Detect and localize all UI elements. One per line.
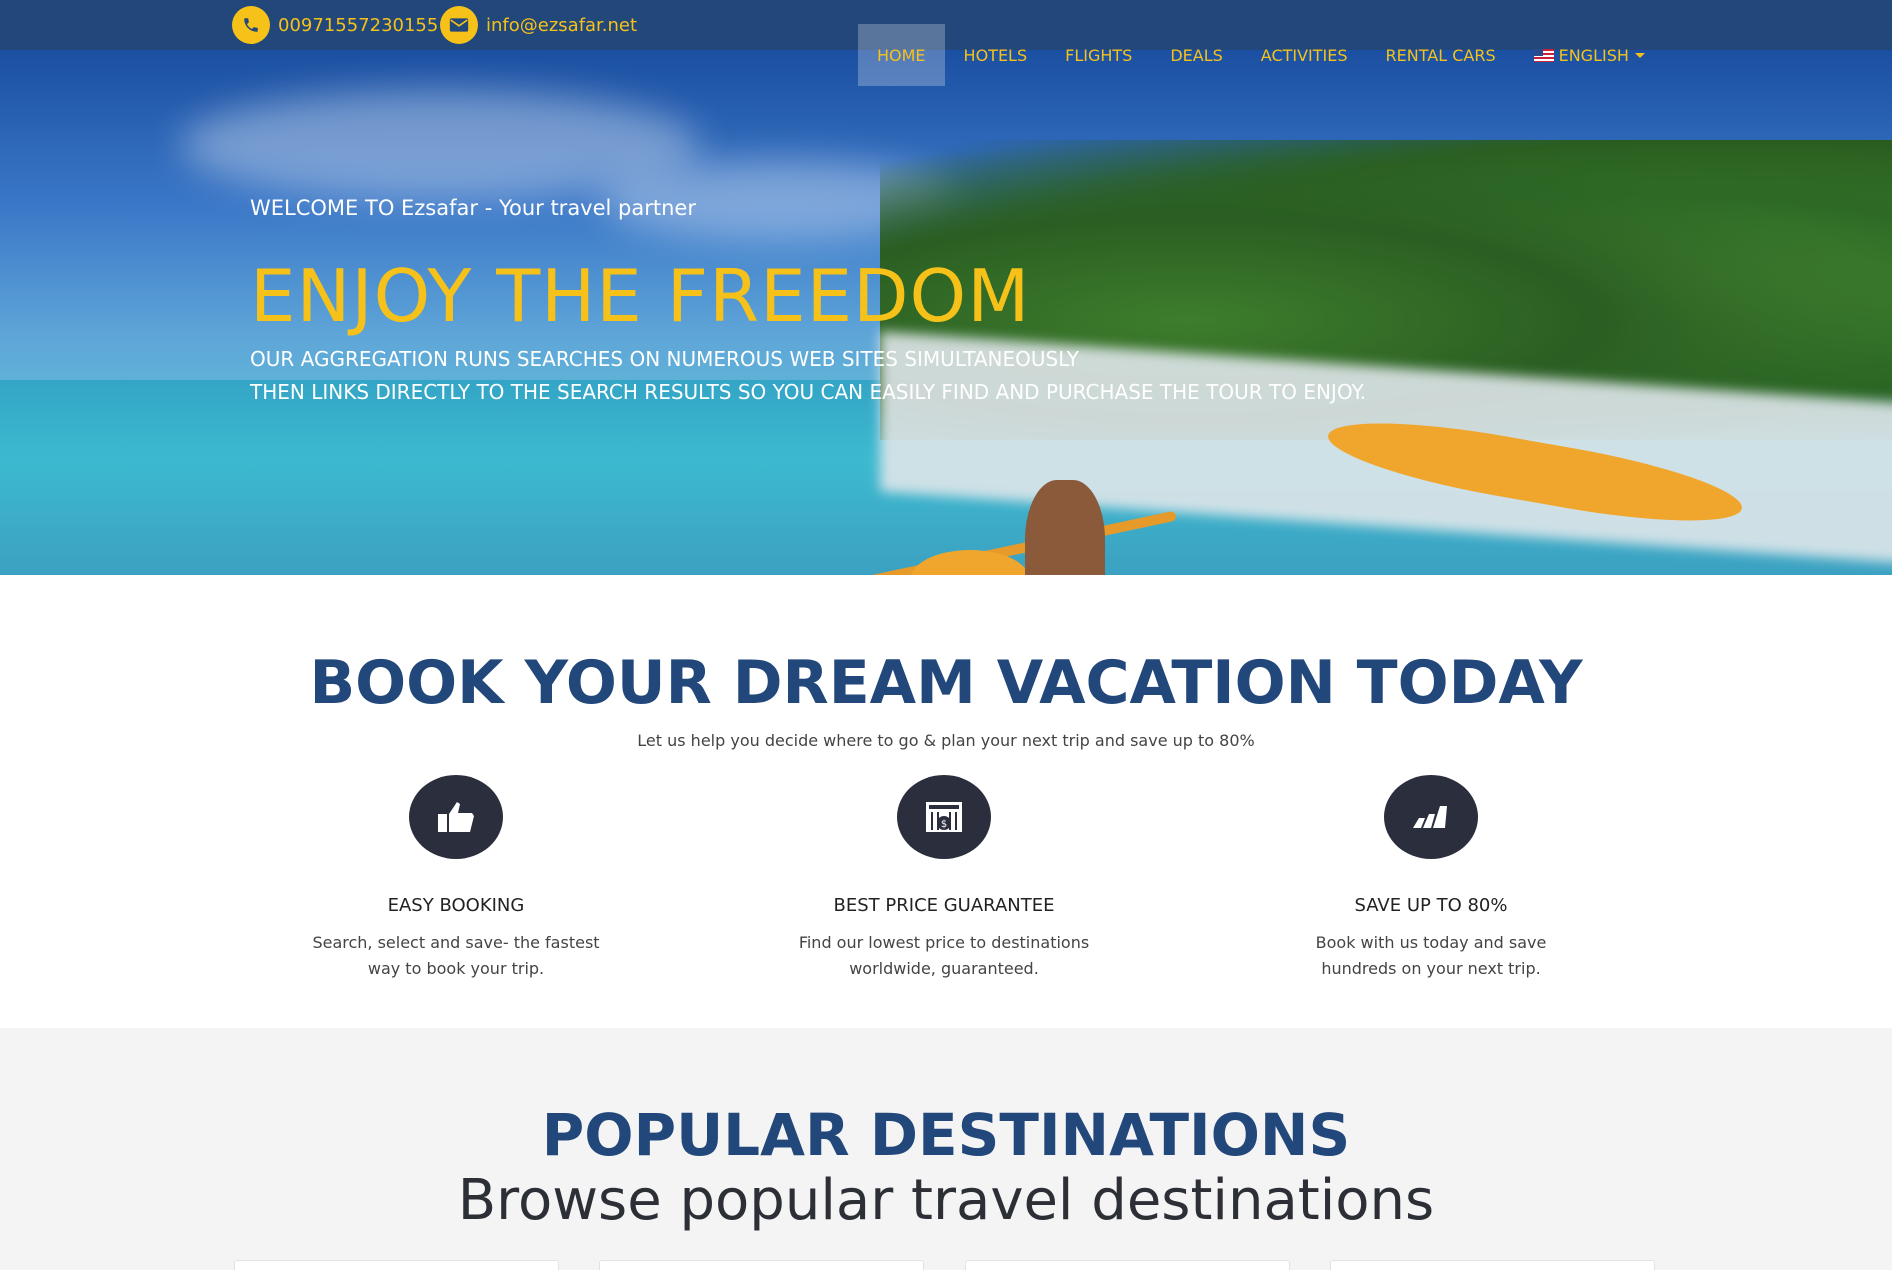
destination-card[interactable] (1330, 1260, 1655, 1270)
email-contact[interactable]: info@ezsafar.net (440, 5, 637, 45)
nav-rental-cars[interactable]: RENTAL CARS (1367, 24, 1515, 86)
booking-title: BOOK YOUR DREAM VACATION TODAY (309, 648, 1583, 718)
email-address: info@ezsafar.net (486, 14, 638, 36)
envelope-icon (440, 6, 478, 44)
booking-subtitle: Let us help you decide where to go & pla… (637, 731, 1255, 750)
nav-flights[interactable]: FLIGHTS (1046, 24, 1151, 86)
phone-number: 00971557230155 (278, 14, 439, 36)
feature-title: EASY BOOKING (387, 895, 525, 916)
popular-subtitle: Browse popular travel destinations (457, 1168, 1435, 1233)
kayaker-shape (1025, 480, 1105, 575)
feature-best-price: $ BEST PRICE GUARANTEE Find our lowest p… (784, 775, 1104, 982)
feature-save-80: SAVE UP TO 80% Book with us today and sa… (1271, 775, 1591, 982)
destination-card[interactable] (599, 1260, 924, 1270)
hero-welcome: WELCOME TO Ezsafar - Your travel partner (250, 196, 696, 220)
popular-title: POPULAR DESTINATIONS (541, 1101, 1351, 1169)
thumbs-up-icon (409, 775, 503, 859)
nav-activities[interactable]: ACTIVITIES (1242, 24, 1367, 86)
nav-deals[interactable]: DEALS (1151, 24, 1241, 86)
feature-text: Book with us today and save hundreds on y… (1315, 933, 1547, 978)
phone-contact[interactable]: 00971557230155 (232, 5, 438, 45)
svg-text:$: $ (941, 819, 947, 830)
main-nav: HOME HOTELS FLIGHTS DEALS ACTIVITIES REN… (858, 24, 1664, 86)
us-flag-icon (1533, 48, 1554, 62)
hero-tagline-2: THEN LINKS DIRECTLY TO THE SEARCH RESULT… (250, 380, 1366, 404)
feature-text: Search, select and save- the fastest way … (312, 933, 600, 978)
caret-down-icon (1634, 52, 1645, 58)
savings-icon (1384, 775, 1478, 859)
feature-title: SAVE UP TO 80% (1354, 895, 1508, 916)
feature-title: BEST PRICE GUARANTEE (833, 895, 1055, 916)
destination-card[interactable] (234, 1260, 559, 1270)
language-dropdown[interactable]: ENGLISH (1515, 24, 1664, 86)
hero-headline: ENJOY THE FREEDOM (250, 254, 1031, 338)
phone-icon (232, 6, 270, 44)
destination-card[interactable] (965, 1260, 1290, 1270)
hero-tagline-1: OUR AGGREGATION RUNS SEARCHES ON NUMEROU… (250, 347, 1079, 371)
feature-text: Find our lowest price to destinations wor… (798, 933, 1090, 978)
nav-hotels[interactable]: HOTELS (945, 24, 1047, 86)
feature-easy-booking: EASY BOOKING Search, select and save- th… (296, 775, 616, 982)
price-tag-icon: $ (897, 775, 991, 859)
nav-home[interactable]: HOME (858, 24, 945, 86)
language-label: ENGLISH (1558, 45, 1629, 65)
